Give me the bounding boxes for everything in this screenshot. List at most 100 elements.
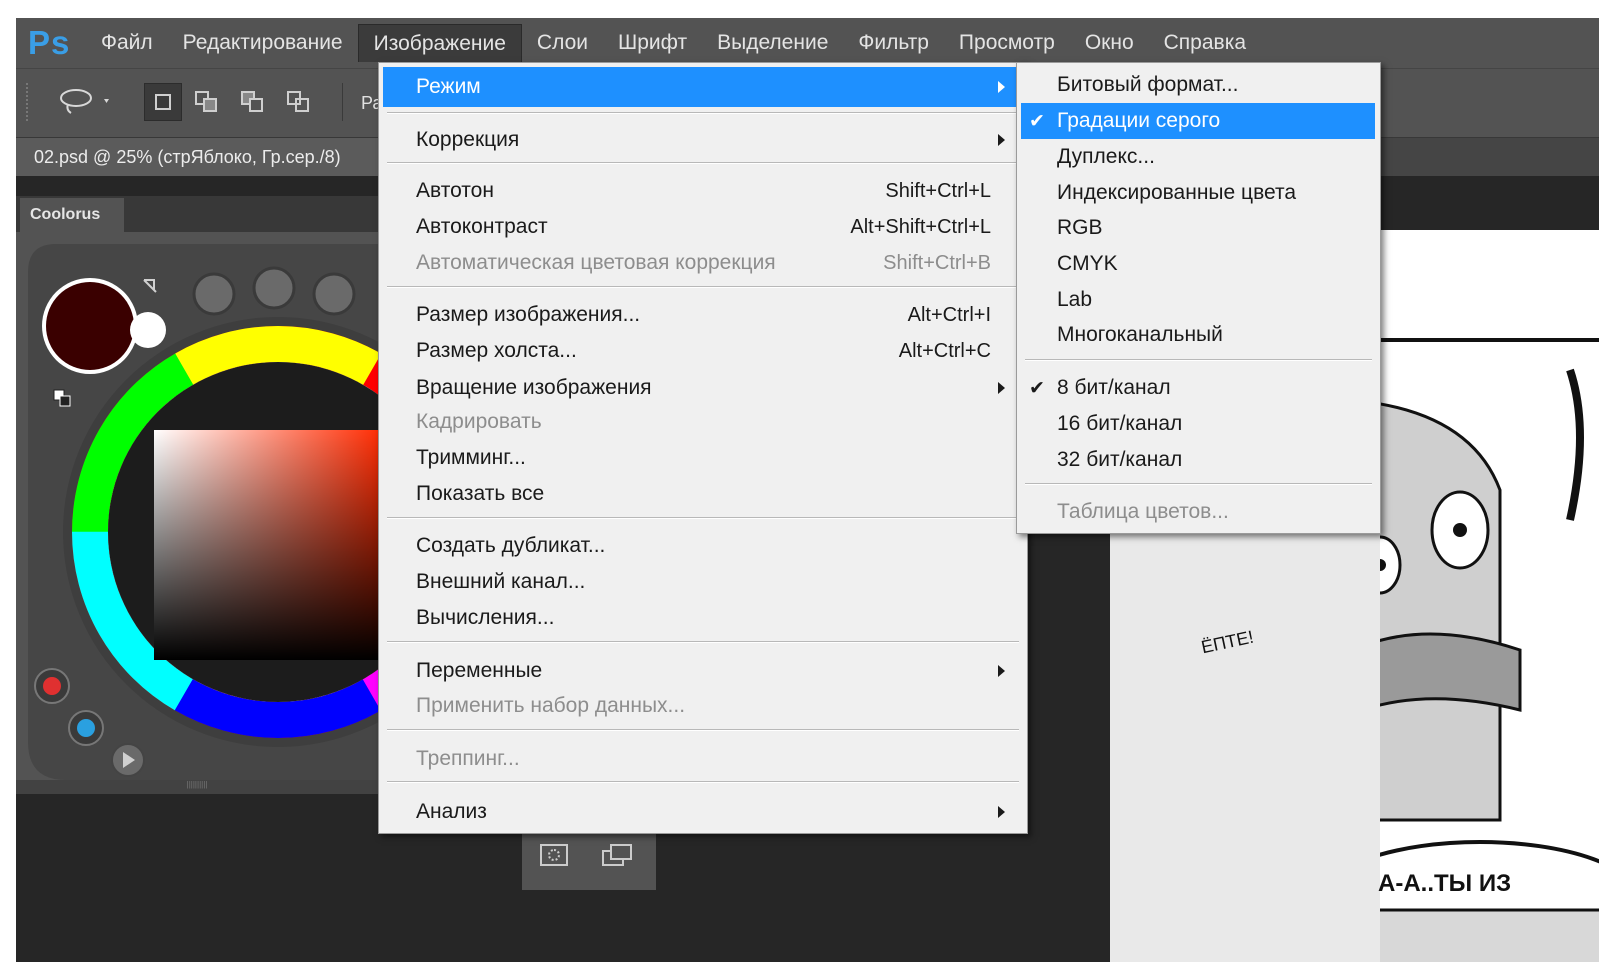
menu-item-label: Дуплекс... <box>1057 145 1155 168</box>
menu-item-autocolor: Автоматическая цветовая коррекция Shift+C… <box>383 245 1023 281</box>
menubar: Ps Файл Редактирование Изображение Слои … <box>16 18 1599 68</box>
submenu-arrow-icon <box>998 382 1005 394</box>
menu-item-rotation[interactable]: Вращение изображения <box>383 370 1023 406</box>
menu-item-autotone[interactable]: Автотон Shift+Ctrl+L <box>383 173 1023 209</box>
menu-item-label: Коррекция <box>416 128 520 151</box>
canvas-edge <box>1110 508 1380 962</box>
menu-item-label: Треппинг... <box>416 747 520 770</box>
menu-separator <box>1025 359 1372 361</box>
menu-item-label: Вращение изображения <box>416 376 652 399</box>
menu-item-image-size[interactable]: Размер изображения... Alt+Ctrl+I <box>383 297 1023 333</box>
checkmark-icon: ✔ <box>1029 110 1045 132</box>
menu-separator <box>387 729 1019 731</box>
knob-icon[interactable] <box>192 272 236 316</box>
menu-item-bitmap[interactable]: Битовый формат... <box>1021 67 1376 103</box>
knob-icon[interactable] <box>252 266 296 310</box>
screen-mode-toolbar <box>522 830 656 890</box>
menu-separator <box>387 112 1019 114</box>
menu-item-calculations[interactable]: Вычисления... <box>383 600 1023 636</box>
menu-item-correction[interactable]: Коррекция <box>383 122 1023 158</box>
quick-mask-icon[interactable] <box>540 844 568 866</box>
menu-item-label: Размер холста... <box>416 339 577 362</box>
screen-mode-icon[interactable] <box>602 844 634 868</box>
menu-item-label: CMYK <box>1057 252 1118 275</box>
panel-tab-bar: Coolorus <box>16 196 378 232</box>
coolorus-tab[interactable]: Coolorus <box>20 198 124 232</box>
menu-item-label: Индексированные цвета <box>1057 181 1297 204</box>
menu-edit[interactable]: Редактирование <box>168 24 358 62</box>
menu-window[interactable]: Окно <box>1070 24 1149 62</box>
add-selection-button[interactable] <box>188 83 226 121</box>
document-tab[interactable]: 02.psd @ 25% (стрЯблоко, Гр.сер./8) <box>16 138 378 176</box>
mode-submenu: Битовый формат... ✔ Градации серого Дупле… <box>1016 62 1381 534</box>
menu-item-apply-image[interactable]: Внешний канал... <box>383 564 1023 600</box>
menu-item-label: Размер изображения... <box>416 303 641 326</box>
menu-item-rgb[interactable]: RGB <box>1021 210 1376 246</box>
menu-filter[interactable]: Фильтр <box>843 24 944 62</box>
menu-item-reveal-all[interactable]: Показать все <box>383 476 1023 512</box>
intersect-selection-button[interactable] <box>280 83 318 121</box>
ps-logo: Ps <box>28 24 71 61</box>
new-selection-button[interactable] <box>144 83 182 121</box>
menu-file[interactable]: Файл <box>86 24 168 62</box>
shortcut-label: Alt+Shift+Ctrl+L <box>850 215 991 238</box>
shortcut-label: Alt+Ctrl+I <box>907 303 991 326</box>
menu-item-label: Градации серого <box>1057 109 1221 132</box>
menu-item-label: Создать дубликат... <box>416 534 606 557</box>
menu-item-autocontrast[interactable]: Автоконтраст Alt+Shift+Ctrl+L <box>383 209 1023 245</box>
comic-bubble-text: А-А..ТЫ ИЗ <box>1378 870 1512 897</box>
menu-item-label: 32 бит/канал <box>1057 448 1183 471</box>
menu-layers[interactable]: Слои <box>522 24 603 62</box>
menu-separator <box>387 162 1019 164</box>
intersect-selection-icon <box>287 91 311 113</box>
menu-item-label: Многоканальный <box>1057 323 1223 346</box>
shortcut-label: Alt+Ctrl+C <box>898 339 991 362</box>
menu-item-16-bit[interactable]: 16 бит/канал <box>1021 406 1376 442</box>
image-menu-dropdown: Режим Коррекция Автотон Shift+Ctrl+L Авто… <box>378 62 1028 834</box>
menu-select[interactable]: Выделение <box>702 24 843 62</box>
menu-item-label: Lab <box>1057 288 1093 311</box>
menu-type[interactable]: Шрифт <box>603 24 702 62</box>
menu-item-color-table: Таблица цветов... <box>1021 494 1376 530</box>
lasso-tool-preset[interactable] <box>48 83 120 121</box>
coolorus-panel <box>16 232 493 792</box>
menu-view[interactable]: Просмотр <box>944 24 1070 62</box>
grip-handle[interactable] <box>26 83 32 121</box>
menu-item-mode[interactable]: Режим <box>383 67 1023 107</box>
background-color-swatch[interactable] <box>130 312 166 348</box>
divider <box>342 83 343 121</box>
shortcut-label: Shift+Ctrl+B <box>883 251 991 274</box>
menu-help[interactable]: Справка <box>1149 24 1261 62</box>
menu-image[interactable]: Изображение <box>357 24 522 62</box>
menu-item-label: Автоматическая цветовая коррекция <box>416 251 776 274</box>
menu-item-indexed-color[interactable]: Индексированные цвета <box>1021 175 1376 211</box>
menu-item-analysis[interactable]: Анализ <box>383 794 1023 830</box>
menu-item-8-bit[interactable]: ✔ 8 бит/канал <box>1021 370 1376 406</box>
menu-item-lab[interactable]: Lab <box>1021 282 1376 318</box>
default-colors-icon[interactable] <box>59 395 71 407</box>
menu-item-canvas-size[interactable]: Размер холста... Alt+Ctrl+C <box>383 333 1023 369</box>
menu-item-grayscale[interactable]: ✔ Градации серого <box>1021 103 1375 139</box>
menu-item-32-bit[interactable]: 32 бит/канал <box>1021 442 1376 478</box>
menu-item-trim[interactable]: Тримминг... <box>383 440 1023 476</box>
menu-item-duplicate[interactable]: Создать дубликат... <box>383 528 1023 564</box>
menu-item-label: RGB <box>1057 216 1103 239</box>
menu-item-multichannel[interactable]: Многоканальный <box>1021 317 1376 353</box>
menu-item-label: Вычисления... <box>416 606 555 629</box>
menu-separator <box>387 641 1019 643</box>
document-canvas[interactable] <box>1198 230 1599 962</box>
submenu-arrow-icon <box>998 81 1005 93</box>
color-wheel-widget[interactable] <box>16 232 493 792</box>
submenu-arrow-icon <box>998 665 1005 677</box>
knob-icon[interactable] <box>312 272 356 316</box>
menu-item-cmyk[interactable]: CMYK <box>1021 246 1376 282</box>
menu-item-variables[interactable]: Переменные <box>383 653 1023 689</box>
menu-item-label: Внешний канал... <box>416 570 586 593</box>
panel-resize-handle[interactable]: |||||||||| <box>16 780 378 794</box>
menu-item-duotone[interactable]: Дуплекс... <box>1021 139 1376 175</box>
foreground-color-swatch[interactable] <box>46 282 134 370</box>
menu-item-label: Битовый формат... <box>1057 73 1239 96</box>
menu-separator <box>1025 483 1372 485</box>
menu-item-label: Кадрировать <box>416 410 542 433</box>
subtract-selection-button[interactable] <box>234 83 272 121</box>
